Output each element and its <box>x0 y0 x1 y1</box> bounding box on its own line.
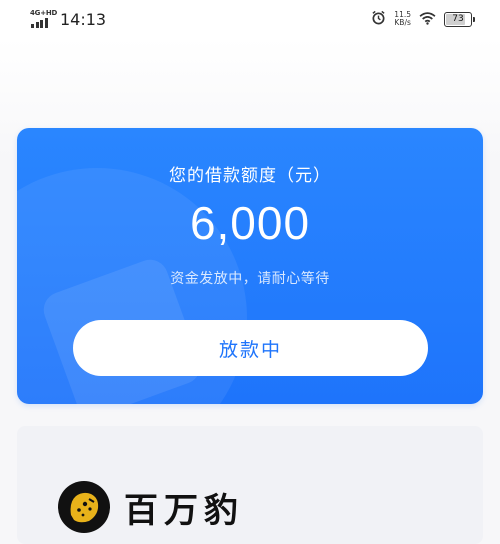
status-right: 11.5 KB/s 73 <box>371 9 475 29</box>
status-left: 4G+HD 14:13 <box>30 8 106 30</box>
signal-icon: 4G+HD <box>30 9 58 29</box>
network-type: 4G+HD <box>30 9 58 17</box>
watermark-text: 百万豹 <box>124 490 244 531</box>
loan-amount: 6,000 <box>189 197 311 249</box>
status-bar: 4G+HD 14:13 11.5 KB/s 73 <box>0 0 500 38</box>
disbursing-button[interactable]: 放款中 <box>73 320 428 376</box>
battery-level: 73 <box>452 13 464 24</box>
disbursement-status-text: 资金发放中，请耐心等待 <box>170 271 330 287</box>
watermark: 百万豹 <box>58 480 244 534</box>
network-speed: 11.5 KB/s <box>394 11 411 27</box>
battery-icon: 73 <box>444 11 475 27</box>
wifi-icon <box>419 10 436 29</box>
status-time: 14:13 <box>60 9 107 29</box>
leopard-logo-icon <box>58 481 110 533</box>
alarm-icon <box>371 10 386 29</box>
loan-status-card: 您的借款额度（元） 6,000 资金发放中，请耐心等待 放款中 <box>17 128 483 404</box>
speed-unit: KB/s <box>394 18 411 27</box>
loan-limit-title: 您的借款额度（元） <box>169 166 331 186</box>
